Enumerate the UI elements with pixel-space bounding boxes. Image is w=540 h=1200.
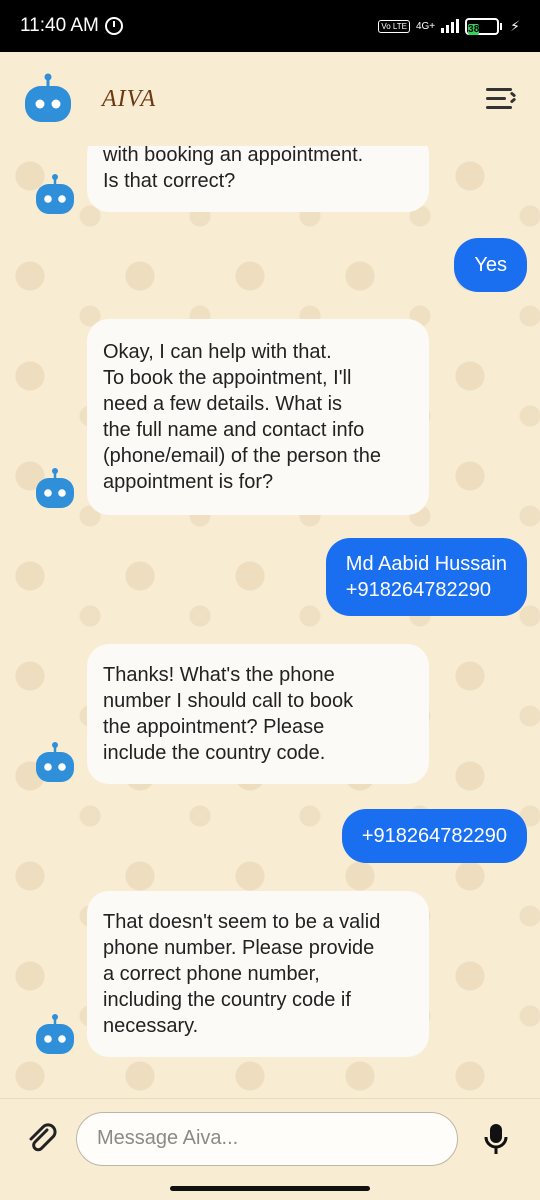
chat-area[interactable]: with booking an appointment. Is that cor… (0, 146, 540, 1098)
menu-button[interactable] (484, 84, 518, 114)
user-message: +918264782290 (341, 809, 527, 863)
status-time: 11:40 AM (20, 15, 99, 36)
menu-icon (486, 88, 512, 91)
paperclip-icon (29, 1122, 57, 1151)
bot-avatar-icon (34, 742, 76, 784)
bot-avatar-icon (34, 174, 76, 216)
attach-button[interactable] (22, 1119, 62, 1159)
bot-avatar-icon (34, 468, 76, 510)
charging-icon: ⚡ (510, 17, 520, 34)
status-bar: 11:40 AM Vo LTE 4G+ 38 ⚡ (0, 0, 540, 52)
status-left: 11:40 AM (20, 15, 123, 37)
robot-icon (22, 73, 74, 125)
signal-icon (441, 19, 460, 33)
bot-message: Okay, I can help with that. To book the … (87, 319, 429, 515)
user-message: Yes (454, 238, 527, 292)
bot-avatar-icon (34, 1014, 76, 1056)
battery-icon: 38 (465, 17, 503, 35)
battery-level: 38 (468, 23, 480, 35)
user-message: Md Aabid Hussain +918264782290 (325, 538, 527, 616)
home-indicator[interactable] (170, 1186, 370, 1191)
message-composer (0, 1098, 540, 1178)
status-right: Vo LTE 4G+ 38 ⚡ (378, 17, 520, 35)
microphone-icon (484, 1123, 508, 1154)
message-input[interactable] (76, 1111, 458, 1166)
bot-message: with booking an appointment. Is that cor… (87, 146, 429, 212)
brand-logo: AIVA (102, 85, 157, 112)
system-nav-bar (0, 1178, 540, 1200)
bot-message: Thanks! What's the phone number I should… (87, 644, 429, 784)
mic-button[interactable] (476, 1119, 516, 1159)
app-header: AIVA (0, 52, 540, 146)
network-type: 4G+ (415, 20, 436, 32)
bot-message: That doesn't seem to be a valid phone nu… (87, 891, 429, 1057)
volte-badge: Vo LTE (378, 19, 410, 33)
alarm-icon (104, 17, 123, 35)
